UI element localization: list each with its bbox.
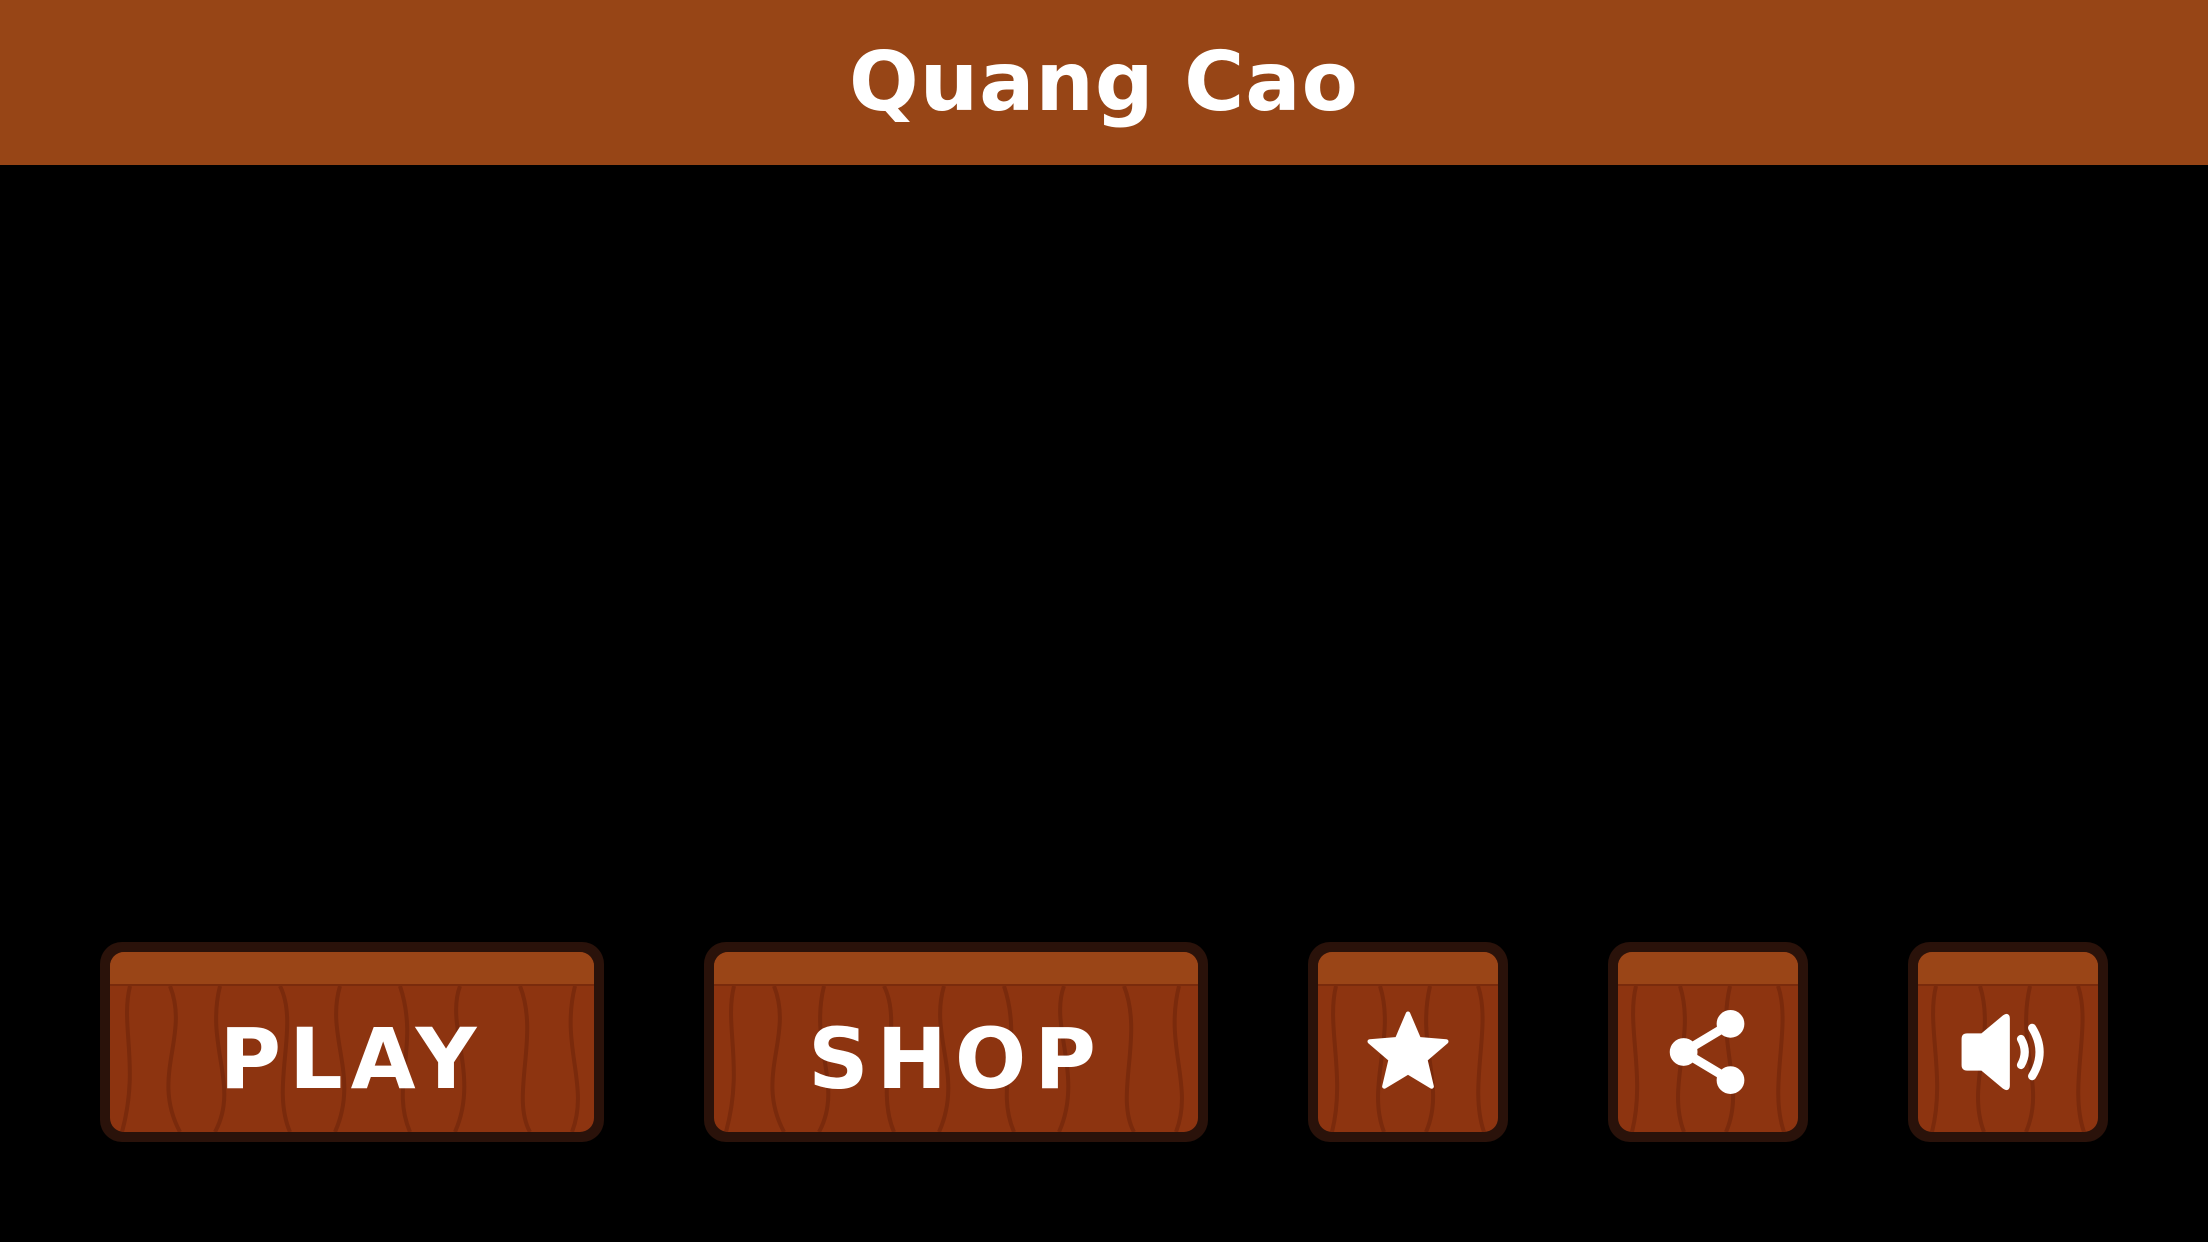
shop-button-face: SHOP — [714, 952, 1198, 1132]
sound-button[interactable] — [1908, 942, 2108, 1142]
share-button-face — [1618, 952, 1798, 1132]
play-button-label: PLAY — [219, 1010, 485, 1108]
game-screen: Quang Cao PLAY SHOP — [0, 0, 2208, 1242]
star-icon — [1367, 1011, 1449, 1089]
share-icon — [1669, 1009, 1745, 1094]
play-button-face: PLAY — [110, 952, 594, 1132]
speaker-icon — [1961, 1013, 2044, 1091]
ad-banner-title: Quang Cao — [849, 35, 1359, 130]
rate-button[interactable] — [1308, 942, 1508, 1142]
shop-button-label: SHOP — [808, 1010, 1104, 1108]
ad-banner[interactable]: Quang Cao — [0, 0, 2208, 165]
play-button[interactable]: PLAY — [100, 942, 604, 1142]
share-button[interactable] — [1608, 942, 1808, 1142]
shop-button[interactable]: SHOP — [704, 942, 1208, 1142]
rate-button-face — [1318, 952, 1498, 1132]
sound-button-face — [1918, 952, 2098, 1132]
